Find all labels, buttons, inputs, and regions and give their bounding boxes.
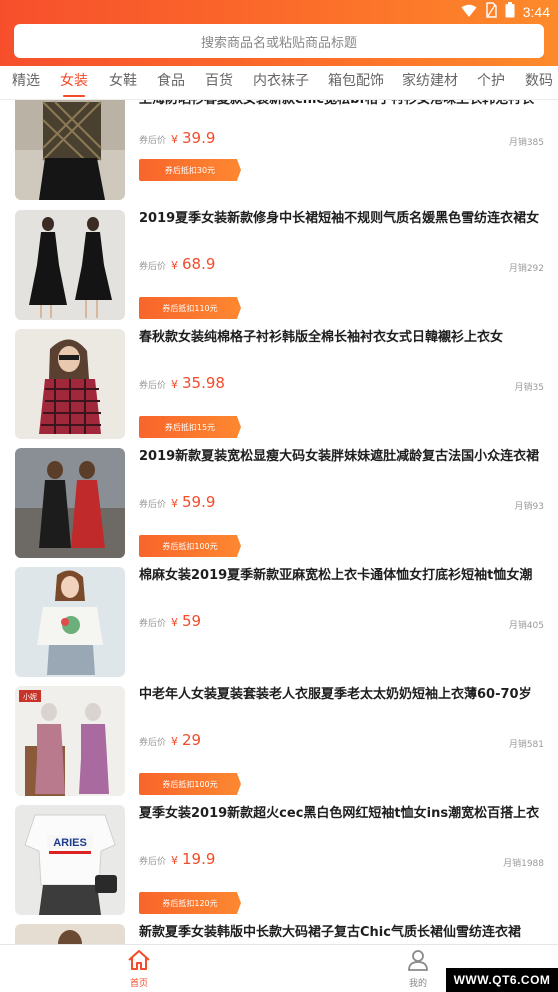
product-price-row: 券后价 ¥ 39.9 (139, 129, 216, 147)
tab-food[interactable]: 食品 (157, 66, 185, 99)
monthly-sales: 月销405 (508, 621, 544, 631)
tab-home-textiles[interactable]: 家纺建材 (402, 66, 458, 99)
product-title: 春秋款女装纯棉格子衬衫韩版全棉长袖衬衣女式日韓襯衫上衣女 (139, 330, 504, 345)
tab-featured[interactable]: 精选 (12, 66, 40, 99)
product-price: 39.9 (182, 129, 216, 147)
product-price-row: 券后价 ¥ 59 (139, 612, 202, 630)
tab-digital[interactable]: 数码 (525, 66, 553, 99)
product-card[interactable]: 春秋款女装纯棉格子衬衫韩版全棉长袖衬衣女式日韓襯衫上衣女 券后价 ¥ 35.98… (0, 319, 558, 439)
product-price-row: 券后价 ¥ 29 (139, 731, 202, 749)
product-card[interactable]: 2019新款夏装宽松显瘦大码女装胖妹妹遮肚减龄复古法国小众连衣裙 券后价 ¥ 5… (0, 438, 558, 558)
status-time: 3:44 (522, 4, 550, 20)
wifi-icon (461, 3, 477, 22)
product-title: 新款夏季女装韩版中长款大码裙子复古Chic气质长裙仙雪纺连衣裙 (139, 925, 521, 940)
tab-general-goods[interactable]: 百货 (205, 66, 233, 99)
tab-womens-shoes[interactable]: 女鞋 (109, 66, 137, 99)
product-price-row: 券后价 ¥ 35.98 (139, 374, 225, 392)
product-title: 2019新款夏装宽松显瘦大码女装胖妹妹遮肚减龄复古法国小众连衣裙 (139, 449, 540, 464)
tab-personal-care[interactable]: 个护 (477, 66, 505, 99)
product-card[interactable]: 棉麻女装2019夏季新款亚麻宽松上衣卡通体恤女打底衫短袖t恤女潮 券后价 ¥ 5… (0, 557, 558, 677)
product-list: 上海防晒衫春夏款女装新款chic宽松bf格子衬衫女港味上衣韩范衬衣 券后价 ¥ … (0, 100, 558, 944)
coupon-button[interactable]: 券后抵扣120元 (139, 892, 241, 914)
home-icon (127, 950, 151, 975)
coupon-button[interactable]: 券后抵扣15元 (139, 416, 241, 438)
product-image (15, 329, 125, 439)
status-bar: 3:44 (0, 0, 558, 24)
user-icon (406, 950, 430, 975)
product-price: 59.9 (182, 493, 216, 511)
product-card[interactable]: ARIES 夏季女装2019新款超火cec黑白色网红短袖t恤女ins潮宽松百搭上… (0, 795, 558, 915)
product-card[interactable]: 新款夏季女装韩版中长款大码裙子复古Chic气质长裙仙雪纺连衣裙 (0, 914, 558, 944)
monthly-sales: 月销581 (508, 740, 544, 750)
shirt-print: ARIES (53, 837, 87, 849)
coupon-button[interactable]: 券后抵扣100元 (139, 535, 241, 557)
product-price: 19.9 (182, 850, 216, 868)
product-card[interactable]: 小妮 中老年人女装夏装套装老人衣服夏季老太太奶奶短袖上衣薄60-70岁 券后价 … (0, 676, 558, 796)
product-title: 上海防晒衫春夏款女装新款chic宽松bf格子衬衫女港味上衣韩范衬衣 (139, 100, 545, 127)
product-image (15, 210, 125, 320)
product-title: 夏季女装2019新款超火cec黑白色网红短袖t恤女ins潮宽松百搭上衣 (139, 806, 540, 821)
product-title: 2019夏季女装新款修身中长裙短袖不规则气质名媛黑色雪纺连衣裙女 (139, 211, 540, 226)
app-header: 3:44 搜索商品名或粘贴商品标题 (0, 0, 558, 66)
product-image: ARIES (15, 805, 125, 915)
product-price: 29 (182, 731, 202, 749)
battery-icon (505, 2, 515, 22)
product-title: 中老年人女装夏装套装老人衣服夏季老太太奶奶短袖上衣薄60-70岁 (139, 687, 532, 702)
product-price-row: 券后价 ¥ 19.9 (139, 850, 216, 868)
product-image (15, 448, 125, 558)
product-price-row: 券后价 ¥ 68.9 (139, 255, 216, 273)
watermark: WWW.QT6.COM (446, 968, 558, 992)
status-icons: 3:44 (461, 2, 550, 22)
monthly-sales: 月销35 (514, 383, 544, 393)
product-price: 35.98 (182, 374, 225, 392)
monthly-sales: 月销292 (508, 264, 544, 274)
monthly-sales: 月销385 (508, 138, 544, 148)
search-input[interactable]: 搜索商品名或粘贴商品标题 (14, 24, 544, 58)
product-image (15, 567, 125, 677)
category-tabs: 精选 女装 女鞋 食品 百货 内衣袜子 箱包配饰 家纺建材 个护 数码 (0, 66, 558, 100)
tab-bags-accessories[interactable]: 箱包配饰 (328, 66, 384, 99)
product-image (15, 924, 125, 944)
product-price-row: 券后价 ¥ 59.9 (139, 493, 216, 511)
tab-womens-clothing[interactable]: 女装 (60, 66, 88, 99)
monthly-sales: 月销1988 (503, 859, 544, 869)
product-image (15, 100, 125, 200)
coupon-button[interactable]: 券后抵扣110元 (139, 297, 241, 319)
search-placeholder: 搜索商品名或粘贴商品标题 (200, 35, 357, 51)
nav-home[interactable]: 首页 (99, 949, 179, 989)
product-card[interactable]: 上海防晒衫春夏款女装新款chic宽松bf格子衬衫女港味上衣韩范衬衣 券后价 ¥ … (0, 100, 558, 200)
product-card[interactable]: 2019夏季女装新款修身中长裙短袖不规则气质名媛黑色雪纺连衣裙女 券后价 ¥ 6… (0, 200, 558, 320)
coupon-button[interactable]: 券后抵扣100元 (139, 773, 241, 795)
product-image: 小妮 (15, 686, 125, 796)
product-price: 68.9 (182, 255, 216, 273)
product-price: 59 (182, 612, 202, 630)
monthly-sales: 月销93 (514, 502, 544, 512)
tab-underwear-socks[interactable]: 内衣袜子 (253, 66, 309, 99)
nav-home-label: 首页 (129, 979, 148, 989)
tab-active-underline (63, 95, 85, 97)
image-badge: 小妮 (23, 692, 37, 701)
coupon-button[interactable]: 券后抵扣30元 (139, 159, 241, 181)
product-title: 棉麻女装2019夏季新款亚麻宽松上衣卡通体恤女打底衫短袖t恤女潮 (139, 568, 533, 583)
sim-icon (485, 2, 497, 22)
